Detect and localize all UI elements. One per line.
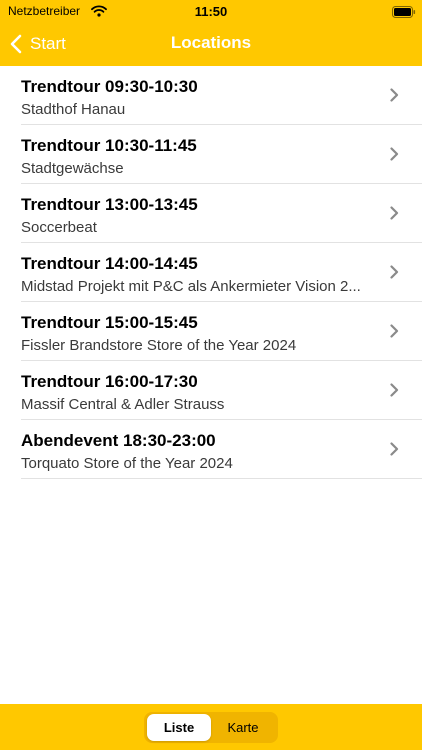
location-row[interactable]: Trendtour 15:00-15:45 Fissler Brandstore… (21, 302, 422, 361)
status-bar: Netzbetreiber 11:50 (0, 0, 422, 22)
location-row[interactable]: Trendtour 14:00-14:45 Midstad Projekt mi… (21, 243, 422, 302)
battery-icon (392, 5, 416, 23)
top-bar: Netzbetreiber 11:50 Start Locations (0, 0, 422, 66)
view-segmented-control: Liste Karte (144, 712, 278, 743)
bottom-toolbar: Liste Karte (0, 704, 422, 750)
location-row[interactable]: Trendtour 09:30-10:30 Stadthof Hanau (21, 66, 422, 125)
chevron-right-icon (390, 324, 399, 343)
location-subtitle: Torquato Store of the Year 2024 (21, 455, 233, 472)
chevron-right-icon (390, 88, 399, 107)
location-subtitle: Massif Central & Adler Strauss (21, 396, 225, 413)
location-row[interactable]: Abendevent 18:30-23:00 Torquato Store of… (21, 420, 422, 479)
location-subtitle: Stadtgewächse (21, 160, 124, 177)
page-title: Locations (170, 33, 252, 52)
chevron-right-icon (390, 206, 399, 225)
location-subtitle: Fissler Brandstore Store of the Year 202… (21, 337, 297, 354)
location-subtitle: Soccerbeat (21, 219, 97, 236)
chevron-right-icon (390, 383, 399, 402)
location-row[interactable]: Trendtour 10:30-11:45 Stadtgewächse (21, 125, 422, 184)
chevron-right-icon (390, 147, 399, 166)
location-title: Trendtour 14:00-14:45 (21, 254, 198, 273)
locations-list: Trendtour 09:30-10:30 Stadthof Hanau Tre… (0, 66, 422, 479)
status-time: 11:50 (194, 4, 228, 19)
location-title: Trendtour 16:00-17:30 (21, 372, 198, 391)
location-row[interactable]: Trendtour 16:00-17:30 Massif Central & A… (21, 361, 422, 420)
location-title: Trendtour 09:30-10:30 (21, 77, 198, 96)
navigation-bar: Start Locations (0, 22, 422, 66)
location-title: Trendtour 10:30-11:45 (21, 136, 197, 155)
segment-map[interactable]: Karte (211, 714, 275, 741)
chevron-right-icon (390, 442, 399, 461)
chevron-right-icon (390, 265, 399, 284)
location-subtitle: Midstad Projekt mit P&C als Ankermieter … (21, 278, 361, 295)
location-subtitle: Stadthof Hanau (21, 101, 126, 118)
location-title: Trendtour 13:00-13:45 (21, 195, 198, 214)
location-row[interactable]: Trendtour 13:00-13:45 Soccerbeat (21, 184, 422, 243)
segment-list[interactable]: Liste (147, 714, 211, 741)
location-title: Abendevent 18:30-23:00 (21, 431, 216, 450)
location-title: Trendtour 15:00-15:45 (21, 313, 198, 332)
